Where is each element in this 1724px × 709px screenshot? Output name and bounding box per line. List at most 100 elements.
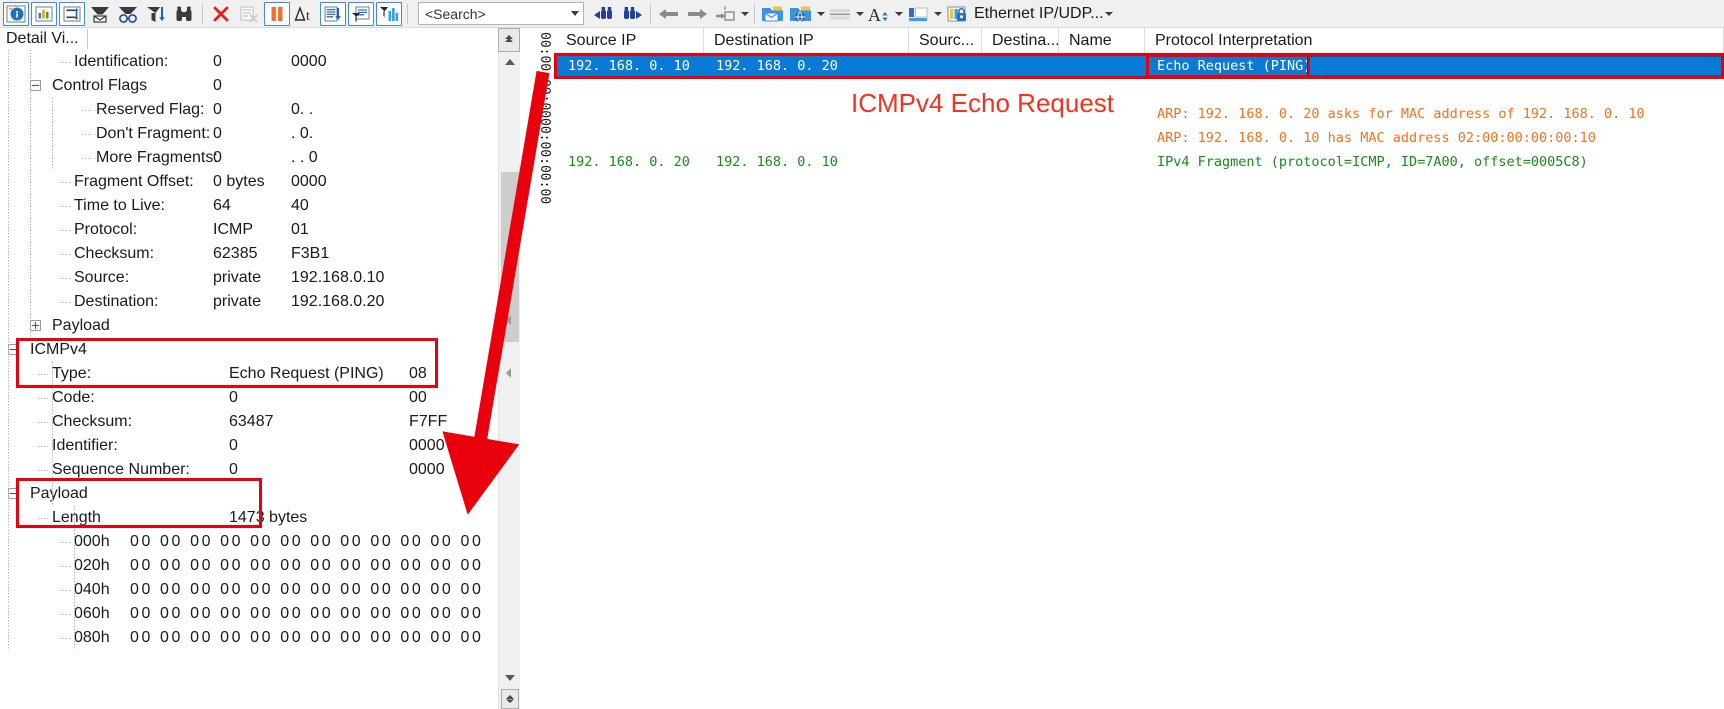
tree-row-value: 0: [213, 125, 222, 142]
font-size-caret-icon[interactable]: [893, 2, 904, 26]
tree-row[interactable]: Don't Fragment: 0 . 0.: [0, 122, 498, 146]
tree-row[interactable]: Fragment Offset: 0 bytes 0000: [0, 170, 498, 194]
open-mail-folder-icon[interactable]: [760, 2, 786, 26]
tree-row-label: Control Flags: [52, 77, 148, 94]
go-forward-arrow-icon[interactable]: [684, 2, 710, 26]
open-web-folder-caret-icon[interactable]: [815, 2, 826, 26]
tree-row-hex-value: . . 0: [291, 149, 318, 166]
filter-glasses-icon[interactable]: [115, 2, 141, 26]
find-binoculars-icon[interactable]: [171, 2, 197, 26]
goto-packet-dropdown-caret-icon[interactable]: [739, 2, 750, 26]
layout-panes-caret-icon[interactable]: [932, 2, 943, 26]
protocol-selector-label[interactable]: Ethernet IP/UDP...: [974, 5, 1104, 23]
expand-node-icon[interactable]: [30, 320, 41, 331]
tree-row-value: 0 bytes: [213, 173, 265, 190]
tree-row-label: Fragment Offset:: [74, 173, 194, 190]
tree-row[interactable]: Reserved Flag: 0 0. .: [0, 98, 498, 122]
chevron-down-icon[interactable]: [571, 11, 579, 16]
tree-row-label: Don't Fragment:: [96, 125, 211, 142]
collapse-node-icon[interactable]: [8, 344, 19, 355]
tree-row[interactable]: Identifier: 0 0000: [0, 434, 498, 458]
column-header-destination-port[interactable]: Destina...: [982, 28, 1059, 54]
timestamp-label: 00:00:00:00: [537, 32, 552, 119]
collapse-node-icon[interactable]: [30, 80, 41, 91]
tree-row-value: Echo Request (PING): [229, 365, 384, 382]
packet-cell-protocol-interpretation: ARP: 192. 168. 0. 10 has MAC address 02:…: [1157, 130, 1596, 146]
delete-red-x-icon[interactable]: [208, 2, 234, 26]
tree-row[interactable]: ICMPv4: [0, 338, 498, 362]
tree-row-value: 0: [213, 53, 222, 70]
detail-vertical-scrollbar[interactable]: [498, 52, 520, 709]
protocol-lock-icon[interactable]: [944, 2, 970, 26]
clear-list-icon[interactable]: [236, 2, 262, 26]
column-header-protocol-interpretation[interactable]: Protocol Interpretation: [1145, 28, 1724, 54]
layout-panes-icon[interactable]: [905, 2, 931, 26]
detail-scroll-spinner-bottom[interactable]: [501, 689, 519, 709]
tree-row[interactable]: Destination: private 192.168.0.20: [0, 290, 498, 314]
expand-collapse-icon[interactable]: [59, 1, 85, 26]
scroll-down-button[interactable]: [499, 668, 521, 687]
tree-row[interactable]: Checksum: 62385 F3B1: [0, 242, 498, 266]
tree-row[interactable]: Code: 0 00: [0, 386, 498, 410]
row-height-caret-icon[interactable]: [854, 2, 865, 26]
tree-row-label: 020h: [74, 557, 110, 574]
goto-packet-icon[interactable]: [712, 2, 738, 26]
go-back-arrow-icon[interactable]: [656, 2, 682, 26]
packet-row[interactable]: ARP: 192. 168. 0. 20 asks for MAC addres…: [556, 103, 1724, 127]
tree-row-hex-value: 0. .: [291, 101, 314, 118]
pause-capture-icon[interactable]: [264, 1, 290, 26]
tree-row[interactable]: More Fragments: 0 . . 0: [0, 146, 498, 170]
hex-bytes: 00 00 00 00 00 00 00 00 00 00 00 00: [130, 605, 484, 622]
packet-row[interactable]: ARP: 192. 168. 0. 10 has MAC address 02:…: [556, 127, 1724, 151]
tree-row[interactable]: Sequence Number: 0 0000: [0, 458, 498, 482]
detail-scroll-spinner[interactable]: [498, 28, 520, 52]
tree-row[interactable]: Checksum: 63487 F7FF: [0, 410, 498, 434]
tree-row[interactable]: Payload: [0, 314, 498, 338]
packet-row[interactable]: 192. 168. 0. 10 192. 168. 0. 20 Echo Reque…: [556, 55, 1724, 79]
column-header-name[interactable]: Name: [1059, 28, 1145, 54]
tree-row-label: 080h: [74, 629, 110, 646]
column-header-source-ip[interactable]: Source IP: [556, 28, 704, 54]
splitter-handle-top[interactable]: [503, 315, 514, 326]
collapse-node-icon[interactable]: [8, 488, 19, 499]
sort-filter-down-icon[interactable]: [143, 2, 169, 26]
tree-row[interactable]: Source: private 192.168.0.10: [0, 266, 498, 290]
tree-row[interactable]: Type: Echo Request (PING) 08: [0, 362, 498, 386]
tree-row-label: Time to Live:: [74, 197, 165, 214]
tree-row[interactable]: Time to Live: 64 40: [0, 194, 498, 218]
font-size-icon[interactable]: A: [866, 2, 892, 26]
bar-graph-filter-icon[interactable]: [376, 1, 402, 26]
tree-row-label: Source:: [74, 269, 130, 286]
open-web-folder-icon[interactable]: [788, 2, 814, 26]
tree-guide-line: [30, 50, 31, 338]
packet-info-icon[interactable]: [3, 1, 29, 26]
tree-row[interactable]: Identification: 0 0000: [0, 50, 498, 74]
column-filter-icon[interactable]: [348, 1, 374, 26]
search-input[interactable]: <Search>: [418, 2, 584, 25]
delta-time-icon[interactable]: t: [292, 2, 318, 26]
row-height-icon[interactable]: [827, 2, 853, 26]
packet-list-pane: Source IP Destination IP Sourc... Destina..…: [556, 28, 1724, 709]
tree-row-hex-value: 40: [291, 197, 309, 214]
packet-row[interactable]: 192. 168. 0. 20 192. 168. 0. 10 IPv4 Fragm…: [556, 151, 1724, 175]
tree-row[interactable]: Protocol: ICMP 01: [0, 218, 498, 242]
tree-connector: [38, 470, 48, 471]
splitter-handle-bottom[interactable]: [503, 368, 514, 379]
auto-scroll-icon[interactable]: [320, 1, 346, 26]
column-header-source-port[interactable]: Sourc...: [909, 28, 982, 54]
toolbar-separator: [202, 3, 203, 24]
scroll-up-button[interactable]: [499, 52, 521, 71]
tree-row[interactable]: Control Flags 0: [0, 74, 498, 98]
packet-cell-protocol-interpretation: ARP: 192. 168. 0. 20 asks for MAC addres…: [1157, 106, 1645, 122]
find-previous-icon[interactable]: [591, 2, 617, 26]
statistics-chart-icon[interactable]: [31, 1, 57, 26]
packet-cell-destination-ip: 192. 168. 0. 10: [716, 154, 838, 170]
protocol-selector-caret-icon[interactable]: [1104, 2, 1115, 26]
tree-row[interactable]: Payload: [0, 482, 498, 506]
column-header-destination-ip[interactable]: Destination IP: [704, 28, 909, 54]
svg-text:t: t: [306, 9, 310, 24]
filter-funnel-icon[interactable]: [87, 2, 113, 26]
tree-row-value: 0: [229, 437, 238, 454]
find-next-icon[interactable]: [619, 2, 645, 26]
annotation-callout-label: ICMPv4 Echo Request: [851, 88, 1115, 118]
